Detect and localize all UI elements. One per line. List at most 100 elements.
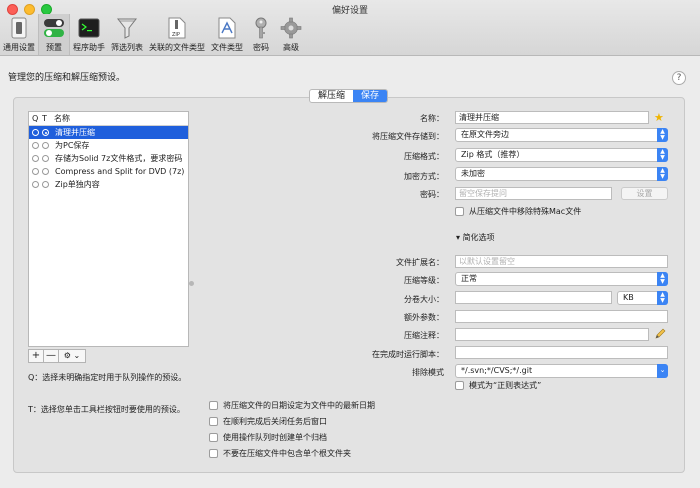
title-bar: 偏好设置 通用设置 预置 程序助手 筛选列表 ZIP 关联的文件类型 文件类型 …: [0, 0, 700, 56]
toolbar-general[interactable]: 通用设置: [0, 14, 38, 55]
extension-field[interactable]: 以默认设置留空: [455, 255, 668, 268]
level-value: 正常: [461, 274, 477, 283]
password-placeholder: 留空保存提问: [459, 189, 507, 198]
preset-name: 为PC保存: [55, 141, 90, 150]
preset-name: Compress and Split for DVD (7z): [55, 167, 185, 176]
close-window-checkbox[interactable]: 在顺利完成后关闭任务后窗口: [209, 416, 327, 427]
svg-text:ZIP: ZIP: [172, 32, 180, 38]
toolbar-label: 文件类型: [211, 43, 243, 52]
radio-q[interactable]: [32, 181, 39, 188]
column-q[interactable]: Q: [29, 112, 39, 125]
format-popup[interactable]: Zip 格式（推荐） ▲ ▼: [455, 148, 668, 162]
split-unit-popup[interactable]: KB ▲ ▼: [617, 291, 668, 305]
funnel-icon: [115, 16, 139, 40]
tab-decompress[interactable]: 解压缩: [310, 90, 353, 102]
help-button[interactable]: ?: [672, 71, 686, 85]
key-icon: [249, 16, 273, 40]
column-t[interactable]: T: [39, 112, 51, 125]
switch-icon: [7, 16, 31, 40]
regex-checkbox[interactable]: 模式为“正则表达式”: [455, 380, 541, 391]
no-root-folder-checkbox[interactable]: 不要在压缩文件中包含单个根文件夹: [209, 448, 351, 459]
radio-q[interactable]: [32, 129, 39, 136]
script-field[interactable]: [455, 346, 668, 359]
star-icon[interactable]: ★: [654, 111, 664, 124]
checkbox-box[interactable]: [209, 417, 218, 426]
zip-document-icon: ZIP: [165, 16, 189, 40]
radio-q[interactable]: [32, 168, 39, 175]
exclude-combo[interactable]: */.svn;*/CVS;*/.git ⌄: [455, 364, 668, 378]
extra-params-field[interactable]: [455, 310, 668, 323]
tab-compress[interactable]: 保存: [353, 90, 388, 102]
toolbar-file-types[interactable]: 文件类型: [208, 14, 246, 55]
checkbox-label: 不要在压缩文件中包含单个根文件夹: [223, 449, 351, 458]
checkbox-label: 将压缩文件的日期设定为文件中的最新日期: [223, 401, 375, 410]
set-password-button[interactable]: 设置: [621, 187, 668, 200]
list-item[interactable]: Zip单独内容: [29, 178, 188, 191]
exclude-label: 排除模式: [412, 368, 444, 377]
extension-label: 文件扩展名：: [396, 258, 444, 267]
chevron-updown-icon: ▲ ▼: [657, 128, 668, 142]
radio-t[interactable]: [42, 155, 49, 162]
save-to-popup[interactable]: 在原文件旁边 ▲ ▼: [455, 128, 668, 142]
simplify-options-disclosure[interactable]: ▾ 简化选项: [456, 232, 495, 243]
action-menu-button[interactable]: ⚙ ⌄: [58, 349, 86, 363]
radio-q[interactable]: [32, 155, 39, 162]
list-buttons: + — ⚙ ⌄: [28, 349, 86, 363]
page-description: 管理您的压缩和解压缩预设。: [8, 73, 126, 83]
toolbar-associated-types[interactable]: ZIP 关联的文件类型: [146, 14, 208, 55]
note-t: T：选择您单击工具栏按钮时要使用的预设。: [28, 405, 185, 414]
toolbar-helper-apps[interactable]: 程序助手: [70, 14, 108, 55]
remove-mac-files-checkbox[interactable]: 从压缩文件中移除特殊Mac文件: [455, 206, 581, 217]
password-field[interactable]: 留空保存提问: [455, 187, 612, 200]
level-label: 压缩等级：: [404, 276, 444, 285]
toolbar-passwords[interactable]: 密码: [246, 14, 276, 55]
comment-field[interactable]: [455, 328, 649, 341]
toolbar-advanced[interactable]: 高级: [276, 14, 306, 55]
checkbox-box[interactable]: [455, 381, 464, 390]
mode-segmented-control: 解压缩 保存: [309, 89, 389, 103]
exclude-value: */.svn;*/CVS;*/.git: [461, 366, 533, 375]
checkbox-box[interactable]: [209, 433, 218, 442]
toolbar-label: 通用设置: [3, 43, 35, 52]
radio-t[interactable]: [42, 168, 49, 175]
level-popup[interactable]: 正常 ▲ ▼: [455, 272, 668, 286]
remove-preset-button[interactable]: —: [43, 349, 59, 363]
checkbox-box[interactable]: [209, 401, 218, 410]
toolbar-filter-list[interactable]: 筛选列表: [108, 14, 146, 55]
radio-t[interactable]: [42, 142, 49, 149]
save-to-label: 将压缩文件存储到：: [372, 132, 444, 141]
chevron-updown-icon: ▲ ▼: [657, 291, 668, 305]
toolbar-presets[interactable]: 预置: [38, 14, 70, 55]
chevron-updown-icon: ▲ ▼: [657, 272, 668, 286]
split-view-handle[interactable]: [189, 281, 194, 286]
preset-name: 清理并压缩: [55, 128, 95, 137]
split-field[interactable]: [455, 291, 612, 304]
single-archive-checkbox[interactable]: 使用操作队列时创建单个归档: [209, 432, 327, 443]
terminal-icon: [77, 16, 101, 40]
list-item[interactable]: 清理并压缩: [29, 126, 188, 139]
add-preset-button[interactable]: +: [28, 349, 44, 363]
password-label: 密码：: [420, 190, 444, 199]
split-label: 分卷大小：: [404, 295, 444, 304]
radio-t[interactable]: [42, 129, 49, 136]
pencil-icon[interactable]: [654, 328, 666, 342]
toolbar-label: 密码: [253, 43, 269, 52]
radio-t[interactable]: [42, 181, 49, 188]
list-item[interactable]: 存储为Solid 7z文件格式，要求密码: [29, 152, 188, 165]
checkbox-box[interactable]: [209, 449, 218, 458]
script-label: 在完成时运行脚本：: [372, 350, 444, 359]
checkbox-box[interactable]: [455, 207, 464, 216]
simplify-label: 简化选项: [462, 233, 495, 242]
encryption-popup[interactable]: 未加密 ▲ ▼: [455, 167, 668, 181]
name-field[interactable]: 清理并压缩: [455, 111, 649, 124]
encryption-label: 加密方式：: [404, 172, 444, 181]
column-name[interactable]: 名称: [51, 112, 70, 125]
list-item[interactable]: Compress and Split for DVD (7z): [29, 165, 188, 178]
toolbar-label: 预置: [46, 43, 62, 52]
list-item[interactable]: 为PC保存: [29, 139, 188, 152]
toolbar-label: 高级: [283, 43, 299, 52]
radio-q[interactable]: [32, 142, 39, 149]
set-latest-date-checkbox[interactable]: 将压缩文件的日期设定为文件中的最新日期: [209, 400, 375, 411]
preset-name: Zip单独内容: [55, 180, 100, 189]
chevron-down-icon: ⌄: [657, 364, 668, 378]
